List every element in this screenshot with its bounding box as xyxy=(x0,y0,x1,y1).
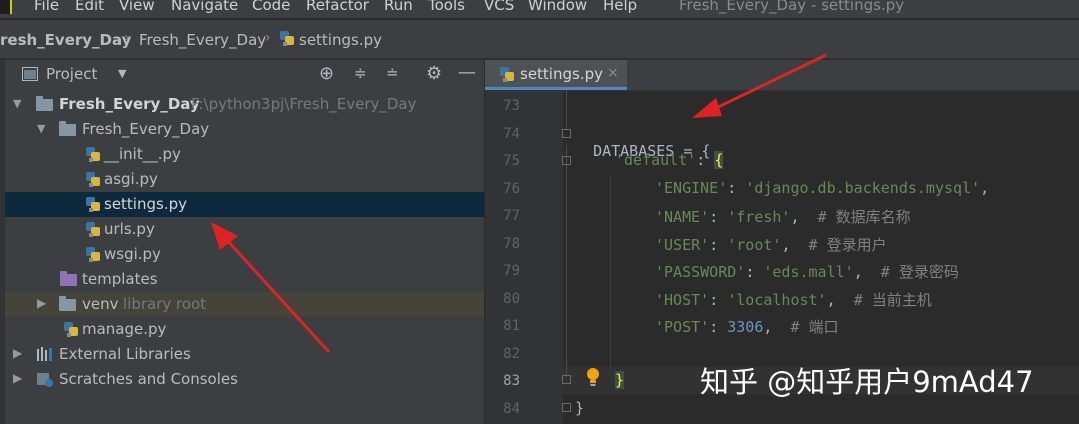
annotation-arrowhead xyxy=(692,98,722,118)
annotation-arrow xyxy=(711,53,827,112)
watermark: 知乎 @知乎用户9mAd47 xyxy=(700,365,1034,399)
annotation-arrow xyxy=(223,236,331,354)
